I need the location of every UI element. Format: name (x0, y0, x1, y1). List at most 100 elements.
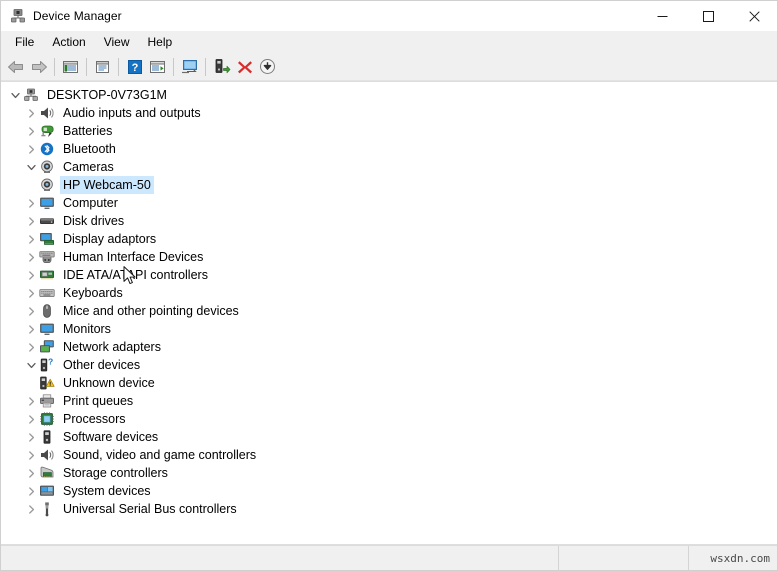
camera-icon (39, 159, 55, 175)
device-tree-panel[interactable]: DESKTOP-0V73G1M Audio inputs and outputs (1, 81, 777, 545)
printer-icon (39, 393, 55, 409)
tree-node-label: HP Webcam-50 (60, 176, 154, 194)
network-adapter-icon (39, 339, 55, 355)
toolbar-separator (86, 57, 87, 76)
monitor-icon (39, 195, 55, 211)
chevron-right-icon[interactable] (23, 500, 39, 518)
chevron-right-icon[interactable] (23, 194, 39, 212)
storage-controller-icon (39, 465, 55, 481)
tree-node-label: Processors (63, 412, 126, 426)
tree-node-label: Unknown device (63, 376, 155, 390)
unknown-device-warning-icon (39, 375, 55, 391)
tree-node-processors[interactable]: Processors (1, 410, 777, 428)
tree-node-system-devices[interactable]: System devices (1, 482, 777, 500)
chevron-right-icon[interactable] (23, 392, 39, 410)
tree-node-label: Bluetooth (63, 142, 116, 156)
chevron-right-icon[interactable] (23, 230, 39, 248)
tree-node-label: Monitors (63, 322, 111, 336)
tree-node-mice-and-other-pointing-devices[interactable]: Mice and other pointing devices (1, 302, 777, 320)
tree-node-unknown-device[interactable]: Unknown device (1, 374, 777, 392)
menu-item-help[interactable]: Help (139, 32, 182, 53)
speaker-icon (39, 105, 55, 121)
tree-node-bluetooth[interactable]: Bluetooth (1, 140, 777, 158)
chevron-right-icon[interactable] (23, 104, 39, 122)
chevron-right-icon[interactable] (23, 122, 39, 140)
menu-item-file[interactable]: File (6, 32, 43, 53)
tree-node-other-devices[interactable]: ? Other devices (1, 356, 777, 374)
speaker-icon (39, 447, 55, 463)
chevron-right-icon[interactable] (23, 266, 39, 284)
chevron-down-icon[interactable] (23, 158, 39, 176)
tree-node-monitors[interactable]: Monitors (1, 320, 777, 338)
chevron-right-icon[interactable] (23, 446, 39, 464)
help-icon[interactable]: ? (123, 55, 146, 78)
forward-arrow-icon[interactable] (27, 55, 50, 78)
tree-node-hp-webcam-50[interactable]: HP Webcam-50 (1, 176, 777, 194)
tree-node-label: Other devices (63, 358, 141, 372)
tree-node-cameras[interactable]: Cameras (1, 158, 777, 176)
tree-node-network-adapters[interactable]: Network adapters (1, 338, 777, 356)
tree-node-keyboards[interactable]: Keyboards (1, 284, 777, 302)
tree-node-label: Print queues (63, 394, 134, 408)
scan-hardware-changes-icon[interactable] (210, 55, 233, 78)
tree-node-label: Disk drives (63, 214, 125, 228)
tree-node-universal-serial-bus-controllers[interactable]: Universal Serial Bus controllers (1, 500, 777, 518)
chevron-right-icon[interactable] (23, 410, 39, 428)
tree-node-ide-ata-atapi-controllers[interactable]: IDE ATA/ATAPI controllers (1, 266, 777, 284)
camera-icon (39, 177, 55, 193)
chevron-right-icon[interactable] (23, 248, 39, 266)
bluetooth-icon (39, 141, 55, 157)
chevron-right-icon[interactable] (23, 302, 39, 320)
svg-text:?: ? (48, 357, 53, 366)
disable-device-icon[interactable] (256, 55, 279, 78)
chevron-right-icon[interactable] (23, 320, 39, 338)
device-manager-icon (10, 8, 26, 24)
tree-node-sound-video-and-game-controllers[interactable]: Sound, video and game controllers (1, 446, 777, 464)
uninstall-device-icon[interactable] (233, 55, 256, 78)
toolbar-separator (54, 57, 55, 76)
chevron-right-icon[interactable] (23, 464, 39, 482)
tree-node-software-devices[interactable]: Software devices (1, 428, 777, 446)
chevron-right-icon[interactable] (23, 338, 39, 356)
show-hide-action-pane-icon[interactable] (146, 55, 169, 78)
menu-item-action[interactable]: Action (43, 32, 94, 53)
tree-node-print-queues[interactable]: Print queues (1, 392, 777, 410)
monitor-icon (39, 321, 55, 337)
software-device-icon (39, 429, 55, 445)
toolbar-separator (205, 57, 206, 76)
tree-node-audio-inputs-and-outputs[interactable]: Audio inputs and outputs (1, 104, 777, 122)
tree-node-label: Display adaptors (63, 232, 157, 246)
tree-node-batteries[interactable]: Batteries (1, 122, 777, 140)
system-device-icon (39, 483, 55, 499)
chevron-down-icon[interactable] (23, 356, 39, 374)
show-hide-console-tree-icon[interactable] (59, 55, 82, 78)
tree-node-human-interface-devices[interactable]: Human Interface Devices (1, 248, 777, 266)
battery-icon (39, 123, 55, 139)
minimize-button[interactable] (639, 1, 685, 31)
processor-icon (39, 411, 55, 427)
title-bar: Device Manager (1, 1, 777, 31)
chevron-right-icon[interactable] (23, 428, 39, 446)
tree-node-computer[interactable]: Computer (1, 194, 777, 212)
back-arrow-icon[interactable] (4, 55, 27, 78)
chevron-right-icon[interactable] (23, 284, 39, 302)
device-tree: DESKTOP-0V73G1M Audio inputs and outputs (1, 86, 777, 518)
display-adapter-icon (39, 231, 55, 247)
maximize-button[interactable] (685, 1, 731, 31)
menu-item-view[interactable]: View (95, 32, 139, 53)
chevron-right-icon[interactable] (23, 482, 39, 500)
tree-node-disk-drives[interactable]: Disk drives (1, 212, 777, 230)
unknown-device-question-icon: ? (39, 356, 55, 373)
close-button[interactable] (731, 1, 777, 31)
chevron-down-icon[interactable] (7, 86, 23, 104)
status-panel-watermark: wsxdn.com (689, 546, 777, 570)
update-driver-icon[interactable] (178, 55, 201, 78)
tree-node-storage-controllers[interactable]: Storage controllers (1, 464, 777, 482)
chevron-right-icon[interactable] (23, 140, 39, 158)
tree-node-display-adaptors[interactable]: Display adaptors (1, 230, 777, 248)
properties-icon[interactable] (91, 55, 114, 78)
status-panel-secondary (559, 546, 689, 570)
tree-node-root[interactable]: DESKTOP-0V73G1M (1, 86, 777, 104)
tree-node-label: Storage controllers (63, 466, 168, 480)
chevron-right-icon[interactable] (23, 212, 39, 230)
